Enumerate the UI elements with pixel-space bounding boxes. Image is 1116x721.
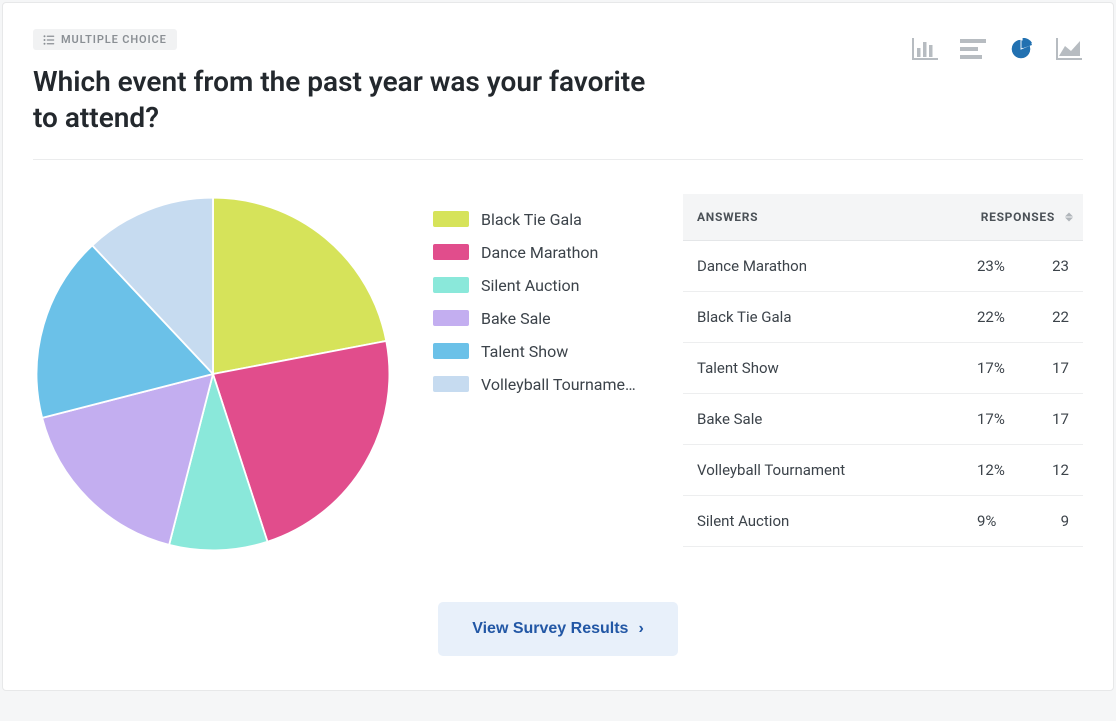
pie-chart-icon xyxy=(1008,38,1034,60)
legend-swatch xyxy=(433,211,469,227)
chart-tab-bar-vertical[interactable] xyxy=(911,35,939,63)
legend-swatch xyxy=(433,376,469,392)
chart-type-tabs xyxy=(911,29,1083,63)
bar-chart-icon xyxy=(912,38,938,60)
legend-label: Dance Marathon xyxy=(481,243,598,262)
pct-cell: 23% xyxy=(963,240,1033,291)
legend-label: Bake Sale xyxy=(481,309,551,328)
legend-item: Bake Sale xyxy=(433,309,643,328)
legend-item: Dance Marathon xyxy=(433,243,643,262)
col-responses[interactable]: RESPONSES xyxy=(963,194,1083,241)
list-icon xyxy=(43,34,55,46)
legend-label: Silent Auction xyxy=(481,276,579,295)
count-cell: 17 xyxy=(1033,393,1083,444)
badge-label: MULTIPLE CHOICE xyxy=(61,33,167,46)
count-cell: 12 xyxy=(1033,444,1083,495)
chart-legend: Black Tie Gala Dance Marathon Silent Aucti… xyxy=(433,194,643,408)
legend-item: Talent Show xyxy=(433,342,643,361)
view-survey-results-button[interactable]: View Survey Results › xyxy=(438,602,678,656)
pct-cell: 12% xyxy=(963,444,1033,495)
answer-cell: Talent Show xyxy=(683,342,963,393)
answer-cell: Black Tie Gala xyxy=(683,291,963,342)
survey-result-card: MULTIPLE CHOICE Which event from the pas… xyxy=(2,2,1114,691)
count-cell: 17 xyxy=(1033,342,1083,393)
pct-cell: 22% xyxy=(963,291,1033,342)
question-type-badge: MULTIPLE CHOICE xyxy=(33,29,177,50)
chart-tab-pie[interactable] xyxy=(1007,35,1035,63)
cta-label: View Survey Results xyxy=(472,620,628,638)
card-footer: View Survey Results › xyxy=(33,602,1083,656)
legend-item: Black Tie Gala xyxy=(433,210,643,229)
table-row: Black Tie Gala22%22 xyxy=(683,291,1083,342)
legend-swatch xyxy=(433,277,469,293)
header-left: MULTIPLE CHOICE Which event from the pas… xyxy=(33,29,911,137)
table-row: Bake Sale17%17 xyxy=(683,393,1083,444)
legend-label: Black Tie Gala xyxy=(481,210,582,229)
col-answers[interactable]: ANSWERS xyxy=(683,194,963,241)
legend-item: Volleyball Tournamen... xyxy=(433,375,643,394)
count-cell: 9 xyxy=(1033,495,1083,546)
pie-chart-svg xyxy=(33,194,393,554)
answer-cell: Dance Marathon xyxy=(683,240,963,291)
legend-swatch xyxy=(433,244,469,260)
table-row: Talent Show17%17 xyxy=(683,342,1083,393)
results-body: Black Tie GalaDance MarathonSilent Aucti… xyxy=(33,194,1083,558)
legend-swatch xyxy=(433,310,469,326)
answer-cell: Volleyball Tournament xyxy=(683,444,963,495)
chart-tab-area[interactable] xyxy=(1055,35,1083,63)
pct-cell: 17% xyxy=(963,342,1033,393)
question-title: Which event from the past year was your … xyxy=(33,64,653,137)
legend-item: Silent Auction xyxy=(433,276,643,295)
pct-cell: 17% xyxy=(963,393,1033,444)
answer-cell: Silent Auction xyxy=(683,495,963,546)
header-divider xyxy=(33,159,1083,160)
pie-chart xyxy=(33,194,393,558)
table-row: Silent Auction9%9 xyxy=(683,495,1083,546)
count-cell: 22 xyxy=(1033,291,1083,342)
card-header: MULTIPLE CHOICE Which event from the pas… xyxy=(33,29,1083,137)
legend-swatch xyxy=(433,343,469,359)
table-row: Volleyball Tournament12%12 xyxy=(683,444,1083,495)
chevron-right-icon: › xyxy=(638,620,643,638)
legend-label: Volleyball Tournamen... xyxy=(481,375,643,394)
area-chart-icon xyxy=(1056,38,1082,60)
sort-icon xyxy=(1065,212,1073,221)
count-cell: 23 xyxy=(1033,240,1083,291)
answer-cell: Bake Sale xyxy=(683,393,963,444)
pct-cell: 9% xyxy=(963,495,1033,546)
table-row: Dance Marathon23%23 xyxy=(683,240,1083,291)
responses-table: ANSWERS RESPONSES Dance Marathon23%23Bla… xyxy=(683,194,1083,547)
horizontal-bar-icon xyxy=(960,38,986,60)
legend-label: Talent Show xyxy=(481,342,568,361)
chart-tab-bar-horizontal[interactable] xyxy=(959,35,987,63)
